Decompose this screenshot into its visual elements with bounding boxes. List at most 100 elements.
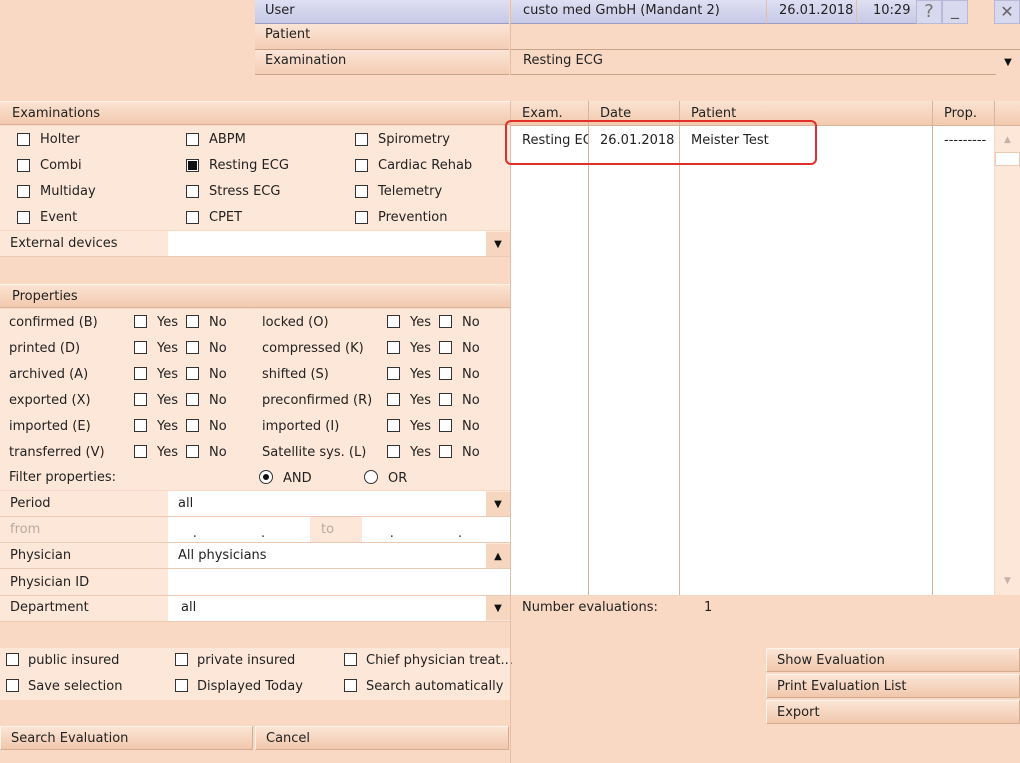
and-radio[interactable]	[259, 470, 273, 484]
confirmed-no-checkbox[interactable]	[186, 315, 199, 328]
row-prop-cell: ---------	[944, 133, 987, 148]
search-automatically-checkbox[interactable]	[344, 679, 357, 692]
compressed-yes-checkbox[interactable]	[387, 341, 400, 354]
preconfirmed-no-label: No	[462, 393, 480, 408]
help-button[interactable]: ?	[916, 0, 942, 24]
satellite-label: Satellite sys. (L)	[262, 445, 367, 460]
locked-no-checkbox[interactable]	[439, 315, 452, 328]
print-evaluation-list-button[interactable]: Print Evaluation List	[766, 674, 1020, 698]
multiday-checkbox[interactable]	[17, 185, 30, 198]
public-insured-checkbox[interactable]	[6, 653, 19, 666]
save-selection-checkbox[interactable]	[6, 679, 19, 692]
imported-i-no-checkbox[interactable]	[439, 419, 452, 432]
external-devices-label: External devices	[10, 236, 118, 251]
period-dropdown-icon[interactable]: ▼	[486, 492, 510, 516]
results-scrollbar[interactable]	[995, 126, 1020, 595]
displayed-today-label: Displayed Today	[197, 679, 303, 694]
telemetry-checkbox[interactable]	[355, 185, 368, 198]
archived-yes-checkbox[interactable]	[134, 367, 147, 380]
imported-i-yes-checkbox[interactable]	[387, 419, 400, 432]
cancel-button[interactable]: Cancel	[255, 726, 509, 750]
show-evaluation-button[interactable]: Show Evaluation	[766, 648, 1020, 672]
abpm-label: ABPM	[209, 132, 246, 147]
satellite-yes-label: Yes	[410, 445, 431, 460]
private-insured-checkbox[interactable]	[175, 653, 188, 666]
physician-label: Physician	[10, 548, 72, 563]
transferred-no-label: No	[209, 445, 227, 460]
scroll-thumb[interactable]	[995, 152, 1020, 166]
resting-ecg-checkbox[interactable]	[186, 159, 199, 172]
from-date-input[interactable]: . .	[168, 517, 310, 542]
satellite-yes-checkbox[interactable]	[387, 445, 400, 458]
external-devices-row: External devices ▼	[0, 231, 510, 257]
filter-properties-label: Filter properties:	[9, 470, 117, 485]
telemetry-label: Telemetry	[378, 184, 443, 199]
prevention-checkbox[interactable]	[355, 211, 368, 224]
column-header-prop[interactable]: Prop.	[933, 101, 995, 126]
examination-dropdown-icon[interactable]: ▼	[996, 50, 1020, 75]
event-checkbox[interactable]	[17, 211, 30, 224]
compressed-no-checkbox[interactable]	[439, 341, 452, 354]
close-button[interactable]: ✕	[994, 0, 1020, 24]
export-button[interactable]: Export	[766, 700, 1020, 724]
locked-yes-checkbox[interactable]	[387, 315, 400, 328]
patient-value[interactable]	[510, 24, 1020, 50]
printed-yes-checkbox[interactable]	[134, 341, 147, 354]
multiday-label: Multiday	[40, 184, 96, 199]
stress-ecg-checkbox[interactable]	[186, 185, 199, 198]
examination-select[interactable]: Resting ECG	[510, 50, 996, 75]
external-devices-select[interactable]	[168, 231, 486, 256]
transferred-yes-label: Yes	[157, 445, 178, 460]
scroll-up-icon[interactable]: ▲	[995, 128, 1020, 152]
combi-checkbox[interactable]	[17, 159, 30, 172]
archived-no-label: No	[209, 367, 227, 382]
preconfirmed-yes-checkbox[interactable]	[387, 393, 400, 406]
satellite-no-checkbox[interactable]	[439, 445, 452, 458]
imported-e-yes-label: Yes	[157, 419, 178, 434]
spirometry-checkbox[interactable]	[355, 133, 368, 146]
cardiac-rehab-label: Cardiac Rehab	[378, 158, 473, 173]
and-label: AND	[283, 471, 312, 486]
abpm-checkbox[interactable]	[186, 133, 199, 146]
period-select[interactable]: all	[168, 491, 486, 516]
scroll-down-icon[interactable]: ▼	[995, 569, 1020, 593]
exported-no-checkbox[interactable]	[186, 393, 199, 406]
imported-e-no-checkbox[interactable]	[186, 419, 199, 432]
physician-select[interactable]: All physicians	[168, 543, 486, 568]
transferred-yes-checkbox[interactable]	[134, 445, 147, 458]
column-divider	[588, 126, 589, 595]
examination-label: Examination	[255, 50, 509, 75]
department-dropdown-icon[interactable]: ▼	[486, 596, 510, 620]
shifted-no-checkbox[interactable]	[439, 367, 452, 380]
preconfirmed-no-checkbox[interactable]	[439, 393, 452, 406]
department-select[interactable]: all	[168, 596, 486, 621]
stress-ecg-label: Stress ECG	[209, 184, 281, 199]
physician-id-input[interactable]	[168, 569, 510, 595]
printed-no-checkbox[interactable]	[186, 341, 199, 354]
external-devices-dropdown-icon[interactable]: ▼	[486, 232, 510, 256]
displayed-today-checkbox[interactable]	[175, 679, 188, 692]
archived-no-checkbox[interactable]	[186, 367, 199, 380]
minimize-button[interactable]: _	[942, 0, 968, 24]
holter-checkbox[interactable]	[17, 133, 30, 146]
shifted-yes-checkbox[interactable]	[387, 367, 400, 380]
compressed-yes-label: Yes	[410, 341, 431, 356]
search-evaluation-button[interactable]: Search Evaluation	[0, 726, 253, 750]
resting-ecg-label: Resting ECG	[209, 158, 289, 173]
exported-yes-checkbox[interactable]	[134, 393, 147, 406]
from-to-row: from . . to . .	[0, 517, 510, 543]
holter-label: Holter	[40, 132, 80, 147]
search-automatically-label: Search automatically	[366, 679, 504, 694]
cpet-label: CPET	[209, 210, 243, 225]
confirmed-yes-checkbox[interactable]	[134, 315, 147, 328]
physician-id-row: Physician ID	[0, 569, 510, 596]
transferred-no-checkbox[interactable]	[186, 445, 199, 458]
cpet-checkbox[interactable]	[186, 211, 199, 224]
or-radio[interactable]	[364, 470, 378, 484]
chief-physician-checkbox[interactable]	[344, 653, 357, 666]
physician-dropdown-icon[interactable]: ▲	[486, 544, 510, 568]
imported-e-yes-checkbox[interactable]	[134, 419, 147, 432]
to-date-input[interactable]: . .	[362, 517, 510, 542]
combi-label: Combi	[40, 158, 82, 173]
cardiac-rehab-checkbox[interactable]	[355, 159, 368, 172]
